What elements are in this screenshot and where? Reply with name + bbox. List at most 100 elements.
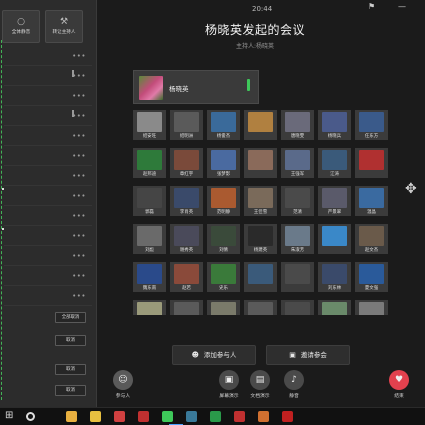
participant-tile[interactable]: 章红宇 [170,148,203,178]
search-icon[interactable] [26,412,35,421]
member-row[interactable]: ••• [4,146,92,166]
participant-tile[interactable]: 赵文杰 [355,224,388,254]
participant-tile[interactable]: 朱淑芳 [281,224,314,254]
participant-tile[interactable]: 赵邦迪 [133,148,166,178]
more-options-icon[interactable]: ••• [72,52,86,60]
orange-app-icon[interactable] [258,411,269,422]
more-options-icon[interactable]: ••• [72,72,86,80]
meeting-app-icon[interactable] [186,411,197,422]
participant-tile[interactable]: 杨建英 [244,224,277,254]
participant-tile[interactable] [318,300,351,315]
member-row[interactable]: ••• [4,246,92,266]
avatar [248,226,273,246]
participant-tile[interactable]: 谢秀英 [170,224,203,254]
more-options-icon[interactable]: ••• [72,272,86,280]
tool-icon[interactable] [114,411,125,422]
invite-button[interactable]: ▣ 邀请参会 [266,345,350,365]
participant-tile[interactable] [133,300,166,315]
participant-tile[interactable]: 史乐 [207,262,240,292]
participant-tile[interactable]: 刘东林 [318,262,351,292]
more-options-icon[interactable]: ••• [72,152,86,160]
participant-tile[interactable] [281,300,314,315]
member-row[interactable]: ••• [4,66,92,86]
participant-name: 赵文杰 [364,248,379,253]
green-app-icon[interactable] [210,411,221,422]
member-row[interactable]: ••• [4,86,92,106]
participant-tile[interactable] [355,148,388,178]
pin-icon[interactable]: ⚑ [368,2,375,11]
participant-tile[interactable]: 刘倩 [207,224,240,254]
participant-tile[interactable]: 范明静 [207,186,240,216]
doc-share-button[interactable]: ▤ 文档演示 [247,370,273,399]
participant-tile[interactable]: 范清 [281,186,314,216]
more-options-icon[interactable]: ••• [72,252,86,260]
participant-tile[interactable]: 杨俊杰 [207,110,240,140]
folder-icon[interactable] [90,411,101,422]
document-icon: ▤ [250,370,270,390]
participant-tile[interactable]: 刘彪 [133,224,166,254]
member-row[interactable]: ••• [4,106,92,126]
mute-all-button[interactable]: ○ 全体静音 [2,10,40,43]
participant-tile[interactable]: 郭磊 [133,186,166,216]
member-row[interactable]: ••• [4,266,92,286]
cancel-button[interactable]: 取消 [55,335,86,346]
main-speaker-tile[interactable]: 杨晓英 [133,70,259,104]
participant-tile[interactable]: 魏东南 [133,262,166,292]
windows-start-icon[interactable]: ⊞ [5,410,16,421]
transfer-host-button[interactable]: ⚒ 转让主持人 [45,10,83,43]
participant-tile[interactable]: 王佳雪 [244,186,277,216]
participant-tile[interactable]: 李肖英 [170,186,203,216]
more-options-icon[interactable]: ••• [72,212,86,220]
wechat-icon[interactable] [162,411,173,422]
participant-tile[interactable] [318,224,351,254]
add-participant-button[interactable]: ☻ 添加参与人 [172,345,256,365]
participant-tile[interactable]: 任东方 [355,110,388,140]
participant-tile[interactable]: 严景翠 [318,186,351,216]
participant-tile[interactable] [244,148,277,178]
participant-tile[interactable] [244,110,277,140]
unmute-all-button[interactable]: 全部取消 [55,312,86,323]
cancel-button[interactable]: 取消 [55,385,86,396]
member-row[interactable]: ••• [4,206,92,226]
participant-tile[interactable] [207,300,240,315]
participant-tile[interactable] [244,262,277,292]
more-options-icon[interactable]: ••• [72,172,86,180]
participant-tile[interactable] [244,300,277,315]
minimize-icon[interactable]: — [398,2,406,11]
more-options-icon[interactable]: ••• [72,292,86,300]
red2-app-icon[interactable] [282,411,293,422]
participant-tile[interactable]: 江涛 [318,148,351,178]
participant-tile[interactable]: 夏文强 [355,262,388,292]
end-meeting-button[interactable]: ♥ 结束 [386,370,412,399]
member-row[interactable]: ••• [4,286,92,306]
participant-tile[interactable]: 张梦影 [207,148,240,178]
member-row[interactable]: ••• [4,166,92,186]
avatar [248,150,273,170]
participant-tile[interactable] [281,262,314,292]
member-row[interactable]: ••• [4,186,92,206]
stripe-icon[interactable] [138,411,149,422]
member-row[interactable]: ••• [4,46,92,66]
chrome-icon[interactable] [66,411,77,422]
participant-tile[interactable]: 绍明洲 [170,110,203,140]
screen-share-button[interactable]: ▣ 屏幕演示 [216,370,242,399]
participant-tile[interactable] [355,300,388,315]
participant-tile[interactable]: 绍安旺 [133,110,166,140]
participant-tile[interactable]: 温晶 [355,186,388,216]
more-options-icon[interactable]: ••• [72,192,86,200]
more-options-icon[interactable]: ••• [72,92,86,100]
participant-tile[interactable]: 赵若 [170,262,203,292]
member-row[interactable]: ••• [4,126,92,146]
participant-tile[interactable] [170,300,203,315]
cancel-button[interactable]: 取消 [55,364,86,375]
participant-tile[interactable]: 杨晓兵 [318,110,351,140]
participants-button[interactable]: ☺ 参与人 [110,370,136,399]
more-options-icon[interactable]: ••• [72,232,86,240]
red-app-icon[interactable] [234,411,245,422]
mute-button[interactable]: ♪ 静音 [281,370,307,399]
participant-tile[interactable]: 王强军 [281,148,314,178]
more-options-icon[interactable]: ••• [72,112,86,120]
more-options-icon[interactable]: ••• [72,132,86,140]
member-row[interactable]: ••• [4,226,92,246]
participant-tile[interactable]: 唐晓雯 [281,110,314,140]
